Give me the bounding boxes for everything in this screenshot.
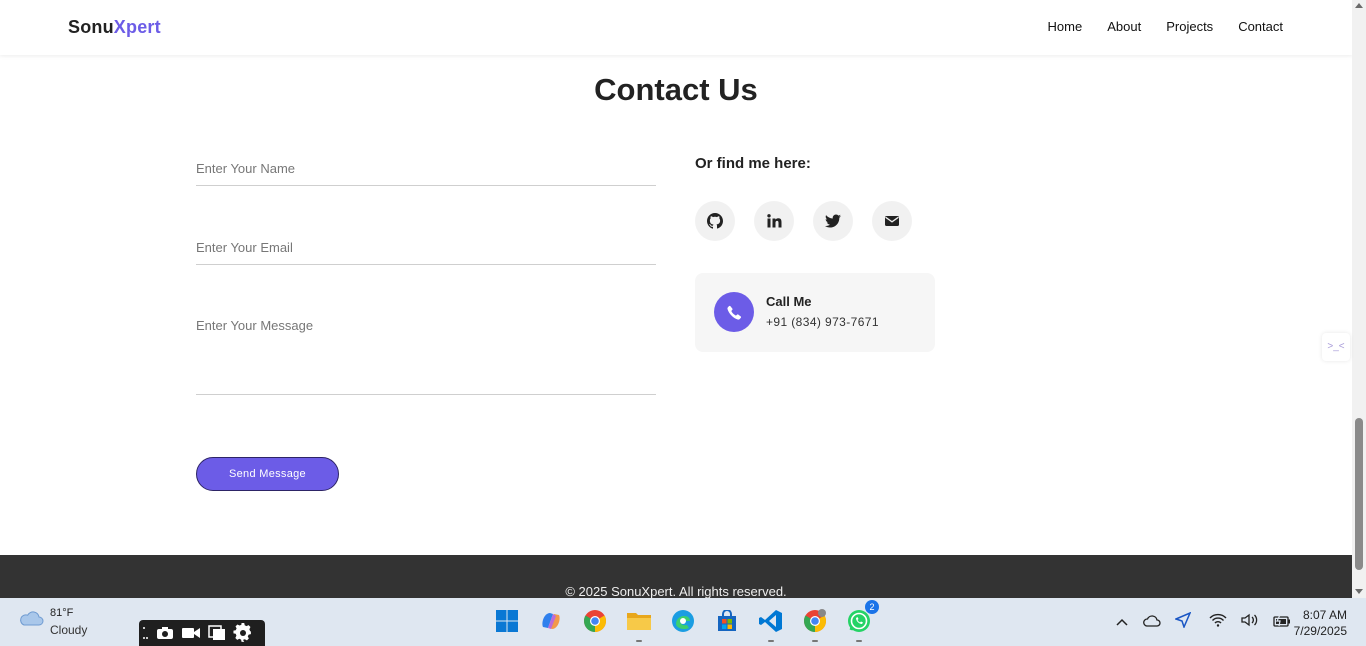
scrollbar-thumb[interactable]	[1355, 418, 1363, 570]
linkedin-icon	[767, 214, 782, 228]
snipping-toolbar	[139, 620, 265, 646]
system-clock[interactable]: 8:07 AM 7/29/2025	[1294, 607, 1347, 639]
logo-text-sonu: Sonu	[68, 17, 114, 37]
whatsapp-icon[interactable]: 2	[845, 600, 879, 642]
taskbar-apps: 2	[493, 600, 879, 642]
nav-home-link[interactable]: Home	[1048, 19, 1083, 34]
message-field	[196, 318, 656, 395]
site-footer: © 2025 SonuXpert. All rights reserved.	[0, 555, 1352, 599]
site-logo[interactable]: SonuXpert	[68, 17, 161, 38]
vscode-icon[interactable]	[757, 606, 785, 642]
running-indicator	[636, 640, 642, 642]
running-indicator	[768, 640, 774, 642]
phone-number[interactable]: +91 (834) 973-7671	[766, 315, 879, 329]
twitter-link[interactable]	[813, 201, 853, 241]
onedrive-cloud-icon[interactable]	[1143, 614, 1161, 632]
cloud-icon[interactable]	[18, 609, 44, 632]
call-me-card: Call Me +91 (834) 973-7671	[695, 273, 935, 352]
nav-projects-link[interactable]: Projects	[1166, 19, 1213, 34]
name-input[interactable]	[196, 161, 656, 176]
location-arrow-icon[interactable]	[1173, 611, 1192, 633]
weather-temperature[interactable]: 81°F	[50, 607, 73, 619]
scroll-down-arrow-icon[interactable]	[1355, 589, 1363, 594]
social-links	[695, 201, 912, 241]
windows-taskbar: 81°F Cloudy 2 8:07 AM 7/29/2025	[0, 598, 1366, 646]
running-indicator	[856, 640, 862, 642]
clock-time: 8:07 AM	[1302, 608, 1347, 622]
microsoft-store-icon[interactable]	[713, 606, 741, 636]
main-nav: Home About Projects Contact	[1048, 19, 1283, 34]
email-field	[196, 239, 656, 265]
linkedin-link[interactable]	[754, 201, 794, 241]
gear-icon[interactable]	[233, 623, 253, 643]
running-indicator	[812, 640, 818, 642]
copilot-icon[interactable]	[537, 606, 565, 636]
window-capture-icon[interactable]	[208, 625, 226, 641]
name-field	[196, 160, 656, 186]
phone-icon[interactable]	[714, 292, 754, 332]
send-message-button[interactable]: Send Message	[196, 457, 339, 491]
message-input[interactable]	[196, 318, 656, 388]
mail-icon	[885, 216, 899, 226]
site-header: SonuXpert Home About Projects Contact	[0, 0, 1352, 55]
twitter-icon	[825, 214, 841, 228]
start-windows-icon[interactable]	[493, 606, 521, 636]
logo-text-xpert: Xpert	[113, 17, 161, 37]
scroll-up-arrow-icon[interactable]	[1355, 3, 1363, 8]
notification-badge: 2	[865, 600, 879, 614]
email-input[interactable]	[196, 240, 656, 255]
more-dots-icon[interactable]	[143, 626, 149, 640]
video-icon[interactable]	[181, 626, 201, 640]
page-scrollbar[interactable]	[1352, 0, 1366, 598]
call-me-title: Call Me	[766, 294, 812, 309]
chevron-up-icon[interactable]	[1115, 614, 1129, 632]
chrome-icon[interactable]	[581, 606, 609, 636]
volume-icon[interactable]	[1241, 613, 1259, 632]
find-me-heading: Or find me here:	[695, 155, 811, 172]
nav-about-link[interactable]: About	[1107, 19, 1141, 34]
camera-icon[interactable]	[156, 626, 174, 640]
github-icon	[707, 213, 723, 229]
file-explorer-icon[interactable]	[625, 606, 653, 642]
copyright-text: © 2025 SonuXpert. All rights reserved.	[565, 584, 787, 599]
wifi-icon[interactable]	[1209, 613, 1227, 632]
extension-widget-icon[interactable]: >_<	[1322, 333, 1350, 361]
battery-charging-icon[interactable]	[1273, 614, 1291, 632]
edge-icon[interactable]	[669, 606, 697, 636]
system-tray	[1115, 611, 1291, 633]
nav-contact-link[interactable]: Contact	[1238, 19, 1283, 34]
clock-date: 7/29/2025	[1293, 624, 1347, 638]
weather-condition[interactable]: Cloudy	[50, 623, 87, 637]
email-link[interactable]	[872, 201, 912, 241]
github-link[interactable]	[695, 201, 735, 241]
contact-title: Contact Us	[594, 72, 758, 107]
chrome-profile-icon[interactable]	[801, 606, 829, 642]
